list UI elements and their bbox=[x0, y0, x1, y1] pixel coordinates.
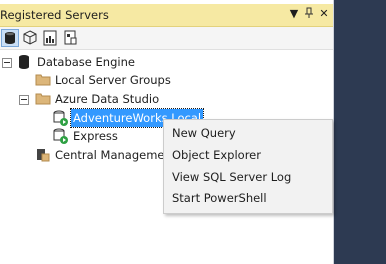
server-running-icon bbox=[53, 128, 69, 144]
dropdown-icon[interactable]: ▼ bbox=[287, 7, 301, 21]
menu-item-new-query[interactable]: New Query bbox=[172, 123, 236, 143]
close-icon[interactable]: ✕ bbox=[317, 7, 331, 21]
pin-icon[interactable] bbox=[302, 7, 316, 21]
folder-icon bbox=[35, 91, 51, 107]
tree-label: Express bbox=[73, 129, 118, 143]
menu-item-start-powershell[interactable]: Start PowerShell bbox=[172, 188, 267, 208]
reporting-services-icon[interactable] bbox=[42, 30, 58, 46]
database-icon bbox=[17, 54, 33, 70]
collapse-icon[interactable] bbox=[19, 95, 29, 105]
tree-label: Local Server Groups bbox=[55, 73, 171, 87]
analysis-services-icon[interactable] bbox=[22, 30, 38, 46]
server-group-icon bbox=[35, 147, 51, 163]
context-menu: New Query Object Explorer View SQL Serve… bbox=[163, 119, 333, 214]
folder-icon bbox=[35, 72, 51, 88]
collapse-icon[interactable] bbox=[2, 58, 12, 68]
database-engine-icon[interactable] bbox=[1, 29, 19, 47]
server-running-icon bbox=[53, 110, 69, 126]
integration-services-icon[interactable] bbox=[63, 30, 79, 46]
panel-title: Registered Servers bbox=[0, 8, 109, 22]
tree-label: Azure Data Studio bbox=[55, 92, 160, 106]
panel-title-bar: Registered Servers ▼ ✕ bbox=[0, 4, 333, 27]
tree-label: Database Engine bbox=[37, 55, 135, 69]
menu-item-view-sql-server-log[interactable]: View SQL Server Log bbox=[172, 167, 291, 187]
menu-item-object-explorer[interactable]: Object Explorer bbox=[172, 145, 261, 165]
panel-toolbar bbox=[0, 27, 333, 50]
